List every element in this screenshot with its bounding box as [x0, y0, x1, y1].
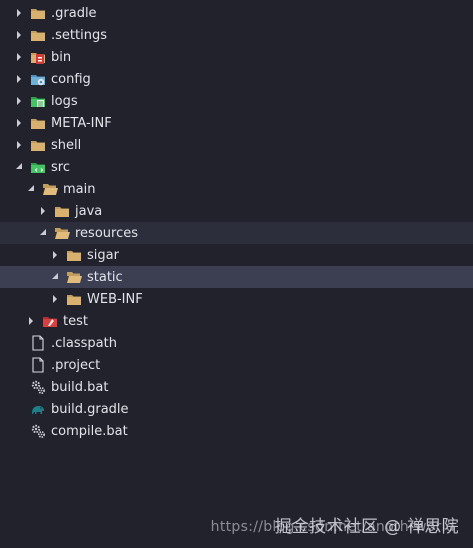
chevron-right-icon[interactable] [26, 316, 36, 326]
chevron-right-icon[interactable] [14, 30, 24, 40]
watermark: https://blog.csdn.net/anothrworld 掘金技术社区… [211, 512, 465, 537]
folder-icon [30, 5, 46, 21]
tree-item-label: shell [51, 137, 82, 153]
tree-item-gradle-folder[interactable]: .gradle [0, 2, 473, 24]
folder-icon [54, 203, 70, 219]
tree-item-resources-folder[interactable]: resources [0, 222, 473, 244]
folder-icon [30, 27, 46, 43]
file-icon [30, 335, 46, 351]
tree-item-label: build.gradle [51, 401, 129, 417]
folder-bin-icon [30, 49, 46, 65]
tree-item-src-folder[interactable]: src [0, 156, 473, 178]
gear-file-icon [30, 379, 46, 395]
chevron-down-icon[interactable] [26, 184, 36, 194]
chevron-right-icon[interactable] [14, 118, 24, 128]
chevron-down-icon[interactable] [50, 272, 60, 282]
tree-item-project-file[interactable]: .project [0, 354, 473, 376]
folder-icon [66, 291, 82, 307]
tree-item-label: test [63, 313, 88, 329]
tree-item-label: sigar [87, 247, 119, 263]
watermark-text: 掘金技术社区 @ 禅思院 [274, 516, 459, 537]
tree-item-build-bat-file[interactable]: build.bat [0, 376, 473, 398]
chevron-right-icon[interactable] [14, 140, 24, 150]
tree-item-label: static [87, 269, 123, 285]
folder-test-icon [42, 313, 58, 329]
tree-item-sigar-folder[interactable]: sigar [0, 244, 473, 266]
chevron-down-icon[interactable] [38, 228, 48, 238]
tree-item-logs-folder[interactable]: logs [0, 90, 473, 112]
tree-item-label: .classpath [51, 335, 117, 351]
tree-item-static-folder[interactable]: static [0, 266, 473, 288]
tree-item-label: .gradle [51, 5, 97, 21]
folder-open-icon [42, 181, 58, 197]
tree-item-label: resources [75, 225, 139, 241]
chevron-right-icon[interactable] [38, 206, 48, 216]
chevron-right-icon[interactable] [14, 52, 24, 62]
chevron-right-icon[interactable] [50, 250, 60, 260]
tree-item-label: config [51, 71, 91, 87]
folder-open-icon [54, 225, 70, 241]
file-icon [30, 357, 46, 373]
folder-src-icon [30, 159, 46, 175]
tree-item-label: compile.bat [51, 423, 128, 439]
tree-item-config-folder[interactable]: config [0, 68, 473, 90]
chevron-right-icon[interactable] [50, 294, 60, 304]
chevron-right-icon[interactable] [14, 8, 24, 18]
folder-open-icon [66, 269, 82, 285]
tree-item-label: logs [51, 93, 78, 109]
tree-item-meta-inf-folder[interactable]: META-INF [0, 112, 473, 134]
gradle-elephant-icon [30, 401, 46, 417]
tree-item-web-inf-folder[interactable]: WEB-INF [0, 288, 473, 310]
tree-item-test-folder[interactable]: test [0, 310, 473, 332]
chevron-right-icon[interactable] [14, 96, 24, 106]
tree-item-main-folder[interactable]: main [0, 178, 473, 200]
tree-item-shell-folder[interactable]: shell [0, 134, 473, 156]
tree-item-label: main [63, 181, 96, 197]
tree-item-compile-bat-file[interactable]: compile.bat [0, 420, 473, 442]
file-explorer-tree: .gradle .settings bin config logs META-I… [0, 0, 473, 442]
tree-item-label: .settings [51, 27, 107, 43]
gear-file-icon [30, 423, 46, 439]
tree-item-label: WEB-INF [87, 291, 143, 307]
tree-item-build-gradle-file[interactable]: build.gradle [0, 398, 473, 420]
tree-item-classpath-file[interactable]: .classpath [0, 332, 473, 354]
tree-item-label: src [51, 159, 70, 175]
folder-config-icon [30, 71, 46, 87]
folder-logs-icon [30, 93, 46, 109]
tree-item-label: bin [51, 49, 72, 65]
folder-icon [30, 115, 46, 131]
tree-item-label: build.bat [51, 379, 109, 395]
tree-item-bin-folder[interactable]: bin [0, 46, 473, 68]
folder-icon [30, 137, 46, 153]
folder-icon [66, 247, 82, 263]
chevron-right-icon[interactable] [14, 74, 24, 84]
tree-item-label: .project [51, 357, 101, 373]
tree-item-label: java [75, 203, 103, 219]
chevron-down-icon[interactable] [14, 162, 24, 172]
tree-item-java-folder[interactable]: java [0, 200, 473, 222]
tree-item-settings-folder[interactable]: .settings [0, 24, 473, 46]
tree-item-label: META-INF [51, 115, 112, 131]
